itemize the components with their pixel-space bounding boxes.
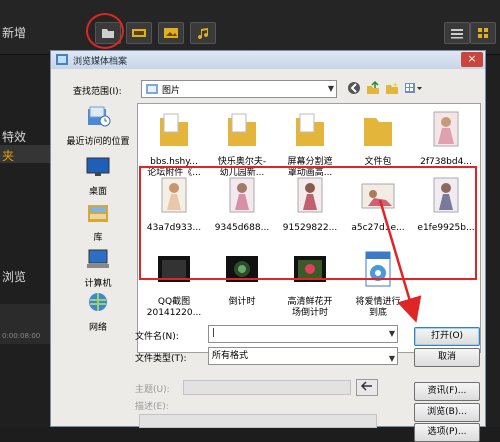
- folder-icon: [364, 118, 392, 146]
- app-title: 新增: [2, 26, 27, 40]
- folder-icon: [228, 113, 256, 146]
- timecode: 0:00:08:00: [2, 332, 41, 340]
- pictures-folder-icon: [146, 84, 158, 94]
- open-button[interactable]: 打开(O): [414, 327, 480, 346]
- back-icon[interactable]: [347, 81, 361, 95]
- dialog-title: 浏览媒体档案: [73, 57, 128, 67]
- place-libraries[interactable]: 库: [61, 201, 135, 243]
- filename-value: |: [212, 328, 216, 338]
- look-in-label: 查找范围(I):: [73, 87, 122, 97]
- desktop-icon: [86, 157, 110, 176]
- chevron-down-icon: ▼: [327, 84, 334, 93]
- grid-icon: [478, 28, 488, 38]
- nav-toolbar: [347, 81, 424, 95]
- photo-thumbnail-icon: [433, 111, 459, 147]
- look-in-dropdown[interactable]: 图片 ▼: [141, 80, 337, 98]
- place-label: 最近访问的位置: [66, 137, 130, 147]
- place-label: 计算机: [84, 279, 112, 289]
- grid-view-button[interactable]: [470, 22, 496, 44]
- file-item[interactable]: 文件包: [344, 110, 412, 168]
- places-bar: 最近访问的位置 桌面 库 计算机 网络: [61, 105, 135, 343]
- chevron-down-icon: ▼: [388, 354, 395, 363]
- list-view-button[interactable]: [444, 22, 470, 44]
- view-menu-icon[interactable]: [404, 81, 424, 95]
- arrow-button[interactable]: [356, 379, 378, 396]
- place-computer[interactable]: 计算机: [61, 247, 135, 289]
- film-icon: [132, 29, 146, 37]
- highlight-rectangle: [139, 166, 477, 280]
- place-label: 桌面: [88, 187, 107, 197]
- audio-clip-button[interactable]: [190, 22, 216, 44]
- file-item[interactable]: 2f738bd4...: [412, 110, 480, 168]
- app-toolbar: [0, 0, 500, 55]
- look-in-value: 图片: [162, 85, 181, 96]
- up-folder-icon[interactable]: [366, 81, 380, 95]
- browse-button[interactable]: 浏览(B)...: [414, 403, 480, 422]
- place-desktop[interactable]: 桌面: [61, 155, 135, 197]
- folder-icon: [160, 113, 188, 146]
- libraries-icon: [88, 205, 108, 222]
- subject-field: [183, 380, 351, 395]
- chevron-down-icon: ▼: [388, 329, 395, 338]
- image-clip-button[interactable]: [158, 22, 184, 44]
- options-button[interactable]: 选项(P)...: [414, 423, 480, 442]
- close-button[interactable]: ×: [461, 52, 483, 67]
- place-recent[interactable]: 最近访问的位置: [61, 105, 135, 147]
- description-label: 描述(E):: [135, 402, 169, 412]
- place-label: 库: [93, 233, 103, 243]
- highlight-circle: [86, 13, 124, 49]
- folder-icon: [296, 113, 324, 146]
- clip-label[interactable]: 夹: [2, 147, 14, 164]
- app-right-panel: [484, 55, 500, 427]
- video-clip-button[interactable]: [126, 22, 152, 44]
- description-field: [139, 414, 377, 428]
- subject-label: 主题(U):: [135, 385, 170, 395]
- left-arrow-icon: [360, 381, 372, 391]
- image-icon: [164, 28, 178, 38]
- app-left-panel: [0, 55, 50, 427]
- dialog-app-icon: [56, 54, 68, 65]
- network-icon: [89, 293, 107, 311]
- cancel-button[interactable]: 取消: [414, 348, 480, 367]
- effects-label[interactable]: 特效: [2, 128, 26, 145]
- music-icon: [198, 28, 209, 39]
- computer-icon: [87, 249, 109, 268]
- list-icon: [451, 29, 463, 39]
- info-button[interactable]: 资讯(F)...: [414, 382, 480, 401]
- filetype-value: 所有格式: [212, 351, 249, 361]
- filetype-select[interactable]: 所有格式 ▼: [208, 347, 398, 365]
- new-folder-icon[interactable]: [385, 81, 399, 95]
- dialog-titlebar: 浏览媒体档案 ×: [51, 51, 485, 69]
- browse-label[interactable]: 浏览: [2, 268, 26, 285]
- filetype-label: 文件类型(T):: [135, 354, 187, 364]
- timeline-strip: 0:00:08:00: [0, 304, 50, 344]
- browse-media-dialog: 浏览媒体档案 × 查找范围(I): 图片 ▼ 最近访问的位置 桌面 库 计算机: [50, 50, 486, 442]
- filename-label: 文件名(N):: [135, 332, 179, 342]
- place-network[interactable]: 网络: [61, 291, 135, 333]
- place-label: 网络: [88, 323, 107, 333]
- recent-places-icon: [88, 106, 111, 127]
- filename-input[interactable]: | ▼: [208, 325, 398, 343]
